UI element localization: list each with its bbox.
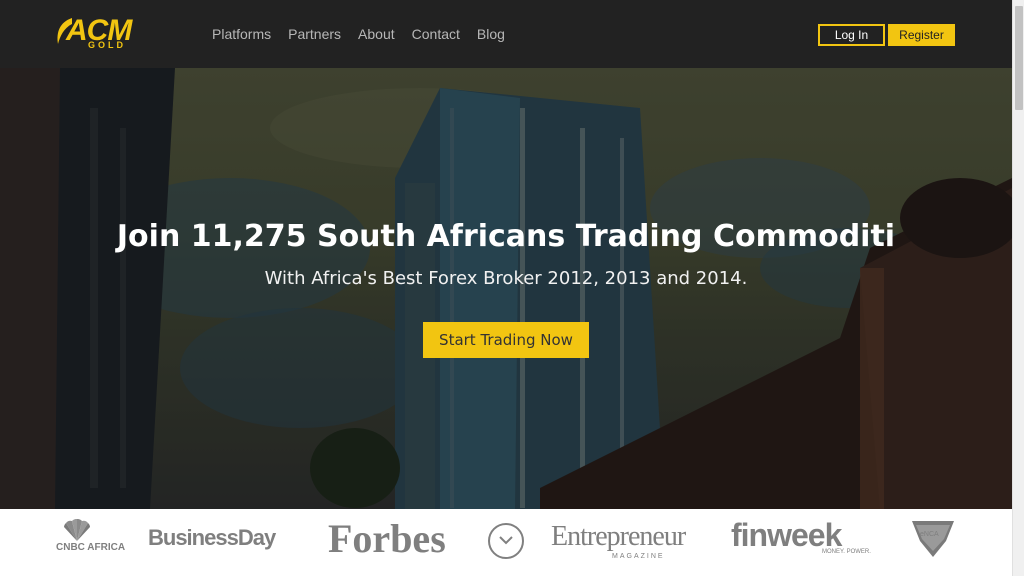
- nav-blog[interactable]: Blog: [477, 26, 505, 42]
- forbes-logo: Forbes: [328, 516, 446, 561]
- scroll-down-button[interactable]: [488, 523, 524, 559]
- page-scrollbar[interactable]: [1012, 0, 1024, 576]
- cnbc-peacock-icon: [64, 519, 90, 541]
- start-trading-button[interactable]: Start Trading Now: [423, 322, 589, 358]
- logo-subtext: GOLD: [88, 40, 126, 50]
- businessday-logo: BusinessDay: [148, 525, 276, 550]
- hero-section: Join 11,275 South Africans Trading Commo…: [0, 68, 1012, 509]
- entrepreneur-logo: Entrepreneur: [551, 521, 686, 552]
- chevron-down-icon: [499, 536, 513, 545]
- enca-logo-icon: [912, 521, 954, 557]
- nav-about[interactable]: About: [358, 26, 395, 42]
- hero-title: Join 11,275 South Africans Trading Commo…: [116, 219, 896, 254]
- cnbc-africa-logo: CNBC AFRICA: [56, 542, 126, 553]
- main-nav: Platforms Partners About Contact Blog: [212, 26, 505, 42]
- press-logos-strip: CNBC AFRICA BusinessDay Forbes Entrepren…: [0, 509, 1012, 576]
- hero-subtitle: With Africa's Best Forex Broker 2012, 20…: [264, 268, 748, 289]
- register-button[interactable]: Register: [888, 24, 955, 46]
- finweek-tagline: MONEY. POWER.: [822, 549, 871, 555]
- nav-platforms[interactable]: Platforms: [212, 26, 271, 42]
- nav-partners[interactable]: Partners: [288, 26, 341, 42]
- login-button[interactable]: Log In: [818, 24, 885, 46]
- entrepreneur-magazine-label: MAGAZINE: [612, 553, 665, 560]
- nav-contact[interactable]: Contact: [412, 26, 460, 42]
- scrollbar-thumb[interactable]: [1015, 6, 1023, 110]
- top-navbar: ACM GOLD Platforms Partners About Contac…: [0, 0, 1012, 68]
- enca-logo-text: eNCA: [920, 531, 939, 538]
- acm-gold-logo[interactable]: ACM GOLD: [54, 12, 134, 56]
